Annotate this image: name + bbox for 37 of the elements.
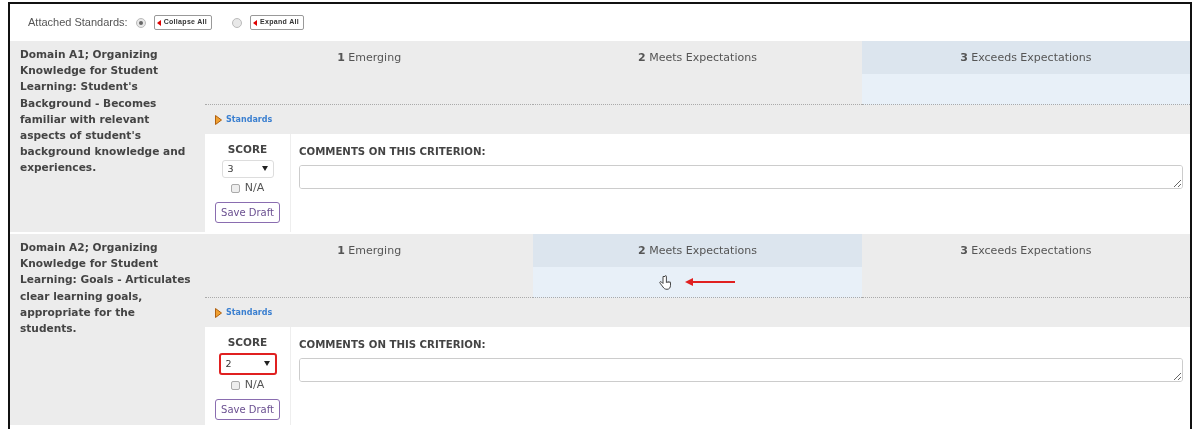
caret-icon	[263, 361, 270, 367]
score-dropdown[interactable]: 2	[218, 352, 277, 375]
level-header[interactable]: 1 Emerging	[205, 41, 534, 74]
comments-label: COMMENTS ON THIS CRITERION:	[299, 338, 487, 352]
score-dropdown[interactable]: 3	[221, 159, 274, 178]
save-draft-button[interactable]: Save Draft	[215, 202, 280, 224]
level-header[interactable]: 3 Exceeds Expectations	[861, 234, 1190, 267]
radio-button[interactable]	[135, 17, 146, 28]
triangle-icon	[215, 114, 222, 125]
level-header[interactable]: 2 Meets Expectations	[533, 41, 862, 74]
comment-field[interactable]	[299, 358, 1183, 383]
hand-cursor-icon	[659, 274, 672, 290]
arrow-annotation-icon	[685, 278, 736, 286]
score-label: SCORE	[227, 142, 268, 157]
triangle-icon	[215, 307, 222, 318]
score-label: SCORE	[227, 335, 268, 350]
criterion-title: Domain A1; Organizing Knowledge for Student Learning: Student's Background - Becomes familiar with relevant aspects of student's background knowledge and experiences.	[19, 47, 187, 176]
level-header[interactable]: 3 Exceeds Expectations	[861, 41, 1190, 74]
standards-link[interactable]: Standards	[226, 113, 273, 126]
checkbox-label: N/A	[244, 376, 265, 393]
toolbar-label: Attached Standards:	[28, 15, 128, 31]
level-header[interactable]: 2 Meets Expectations	[533, 234, 862, 267]
comment-field[interactable]	[299, 165, 1183, 190]
level-cell[interactable]	[533, 267, 862, 298]
criterion-title: Domain A2; Organizing Knowledge for Student Learning: Goals - Articulates clear learning goals, appropriate for the students.	[19, 240, 192, 336]
level-header[interactable]: 1 Emerging	[205, 234, 534, 267]
save-draft-button[interactable]: Save Draft	[215, 399, 280, 421]
triangle-icon	[156, 19, 161, 26]
comments-label: COMMENTS ON THIS CRITERION:	[299, 145, 487, 159]
level-cell[interactable]	[861, 74, 1190, 105]
triangle-icon	[253, 19, 258, 26]
checkbox-label: N/A	[244, 179, 265, 196]
standards-link[interactable]: Standards	[226, 306, 273, 319]
caret-icon	[261, 166, 268, 172]
checkbox[interactable]	[230, 380, 240, 390]
radio-button[interactable]	[232, 17, 243, 28]
checkbox[interactable]	[230, 183, 240, 193]
